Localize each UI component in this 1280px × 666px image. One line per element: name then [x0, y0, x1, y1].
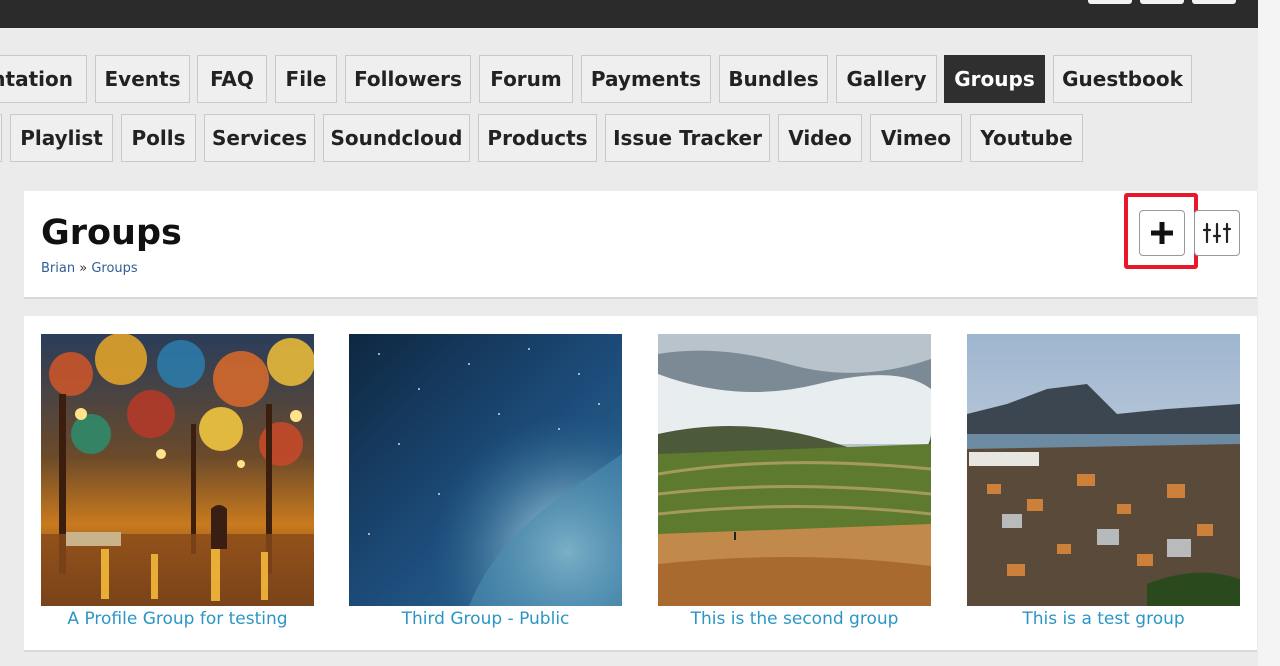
tab-followers[interactable]: Followers	[345, 55, 471, 103]
tab-bundles[interactable]: Bundles	[719, 55, 828, 103]
page-title: Groups	[41, 213, 182, 253]
tab-issue-tracker[interactable]: Issue Tracker	[605, 114, 770, 162]
tab-payments[interactable]: Payments	[581, 55, 711, 103]
tab-file[interactable]: File	[275, 55, 337, 103]
topbar-button[interactable]	[1140, 0, 1184, 4]
add-group-button[interactable]	[1139, 210, 1185, 256]
groups-grid: A Profile Group for testing Third Group …	[24, 316, 1257, 652]
tab-forum[interactable]: Forum	[479, 55, 573, 103]
tab-faq[interactable]: FAQ	[197, 55, 267, 103]
tab-clipped[interactable]	[0, 114, 2, 162]
tab-guestbook[interactable]: Guestbook	[1053, 55, 1192, 103]
sort-filter-icon	[1202, 222, 1232, 244]
tab-polls[interactable]: Polls	[121, 114, 196, 162]
sort-filter-button[interactable]	[1194, 210, 1240, 256]
tab-soundcloud[interactable]: Soundcloud	[323, 114, 470, 162]
plus-icon	[1151, 222, 1173, 244]
tab-events[interactable]: Events	[95, 55, 190, 103]
group-title-link[interactable]: This is the second group	[658, 609, 931, 629]
breadcrumb-separator: »	[79, 261, 88, 276]
breadcrumb-current-link[interactable]: Groups	[91, 261, 137, 276]
topbar-button[interactable]	[1192, 0, 1236, 4]
tab-services[interactable]: Services	[204, 114, 315, 162]
top-bar	[0, 0, 1258, 28]
tab-youtube[interactable]: Youtube	[970, 114, 1083, 162]
tab-groups[interactable]: Groups	[944, 55, 1045, 103]
group-card: Third Group - Public	[349, 334, 622, 629]
group-card: A Profile Group for testing	[41, 334, 314, 629]
breadcrumb-user-link[interactable]: Brian	[41, 261, 75, 276]
page-edge	[1258, 0, 1280, 666]
tab-gallery[interactable]: Gallery	[836, 55, 937, 103]
tab-products[interactable]: Products	[478, 114, 597, 162]
group-title-link[interactable]: A Profile Group for testing	[41, 609, 314, 629]
tab-vimeo[interactable]: Vimeo	[870, 114, 962, 162]
group-title-link[interactable]: Third Group - Public	[349, 609, 622, 629]
group-title-link[interactable]: This is a test group	[967, 609, 1240, 629]
group-thumbnail-painted-park[interactable]	[41, 334, 314, 606]
group-thumbnail-coastal-town[interactable]	[967, 334, 1240, 606]
group-card: This is the second group	[658, 334, 931, 629]
page-header: Groups Brian » Groups	[24, 191, 1257, 299]
topbar-button[interactable]	[1088, 0, 1132, 4]
tab-playlist[interactable]: Playlist	[10, 114, 113, 162]
tab-video[interactable]: Video	[778, 114, 862, 162]
tab-documentation[interactable]: ntation	[0, 55, 87, 103]
group-card: This is a test group	[967, 334, 1240, 629]
breadcrumb: Brian » Groups	[41, 261, 138, 276]
group-thumbnail-starry-sky[interactable]	[349, 334, 622, 606]
group-thumbnail-rice-terraces[interactable]	[658, 334, 931, 606]
